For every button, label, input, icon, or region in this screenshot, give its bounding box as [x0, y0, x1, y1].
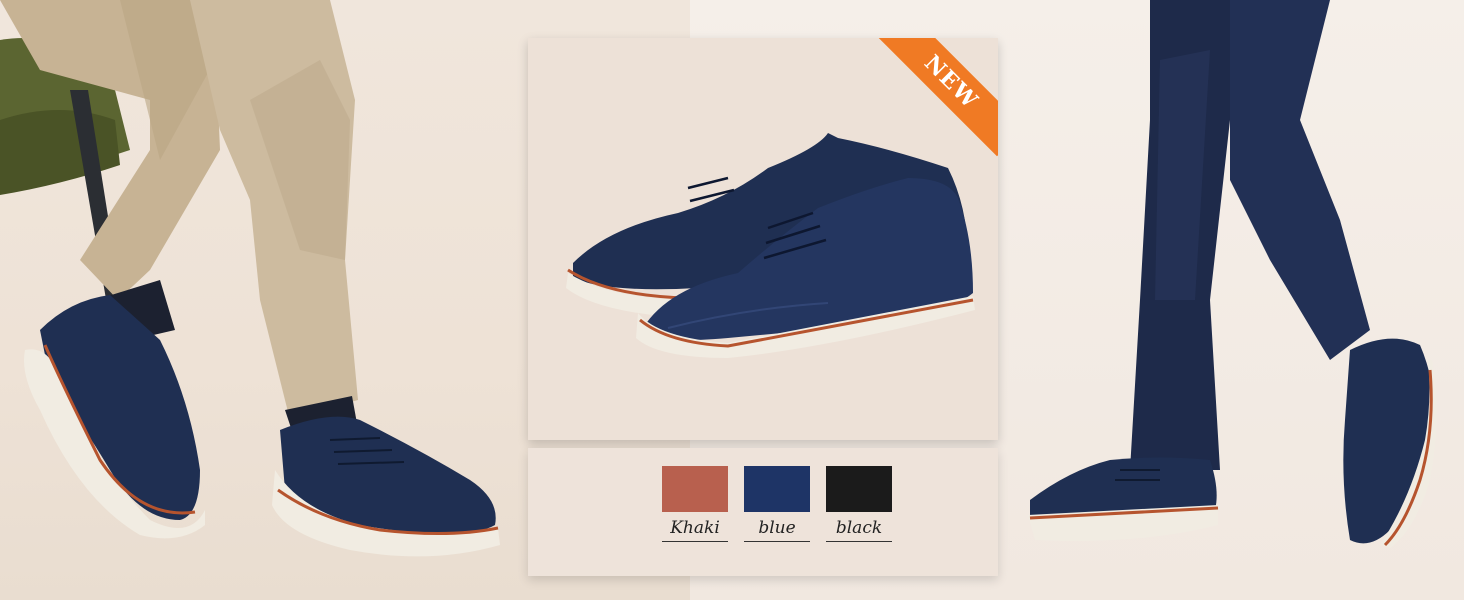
- swatch-black[interactable]: [826, 466, 892, 512]
- swatch-blue-label: blue: [744, 518, 810, 542]
- color-swatches: Khaki blue black: [528, 466, 998, 556]
- new-badge-text: NEW: [878, 38, 998, 157]
- swatch-blue[interactable]: [744, 466, 810, 512]
- new-badge: NEW: [878, 38, 998, 158]
- product-banner: NEW Khaki blue black: [0, 0, 1464, 600]
- swatch-black-label: black: [826, 518, 892, 542]
- product-card: NEW: [528, 38, 998, 440]
- swatch-khaki-label: Khaki: [662, 518, 728, 542]
- color-options-card: Khaki blue black: [528, 448, 998, 576]
- swatch-khaki[interactable]: [662, 466, 728, 512]
